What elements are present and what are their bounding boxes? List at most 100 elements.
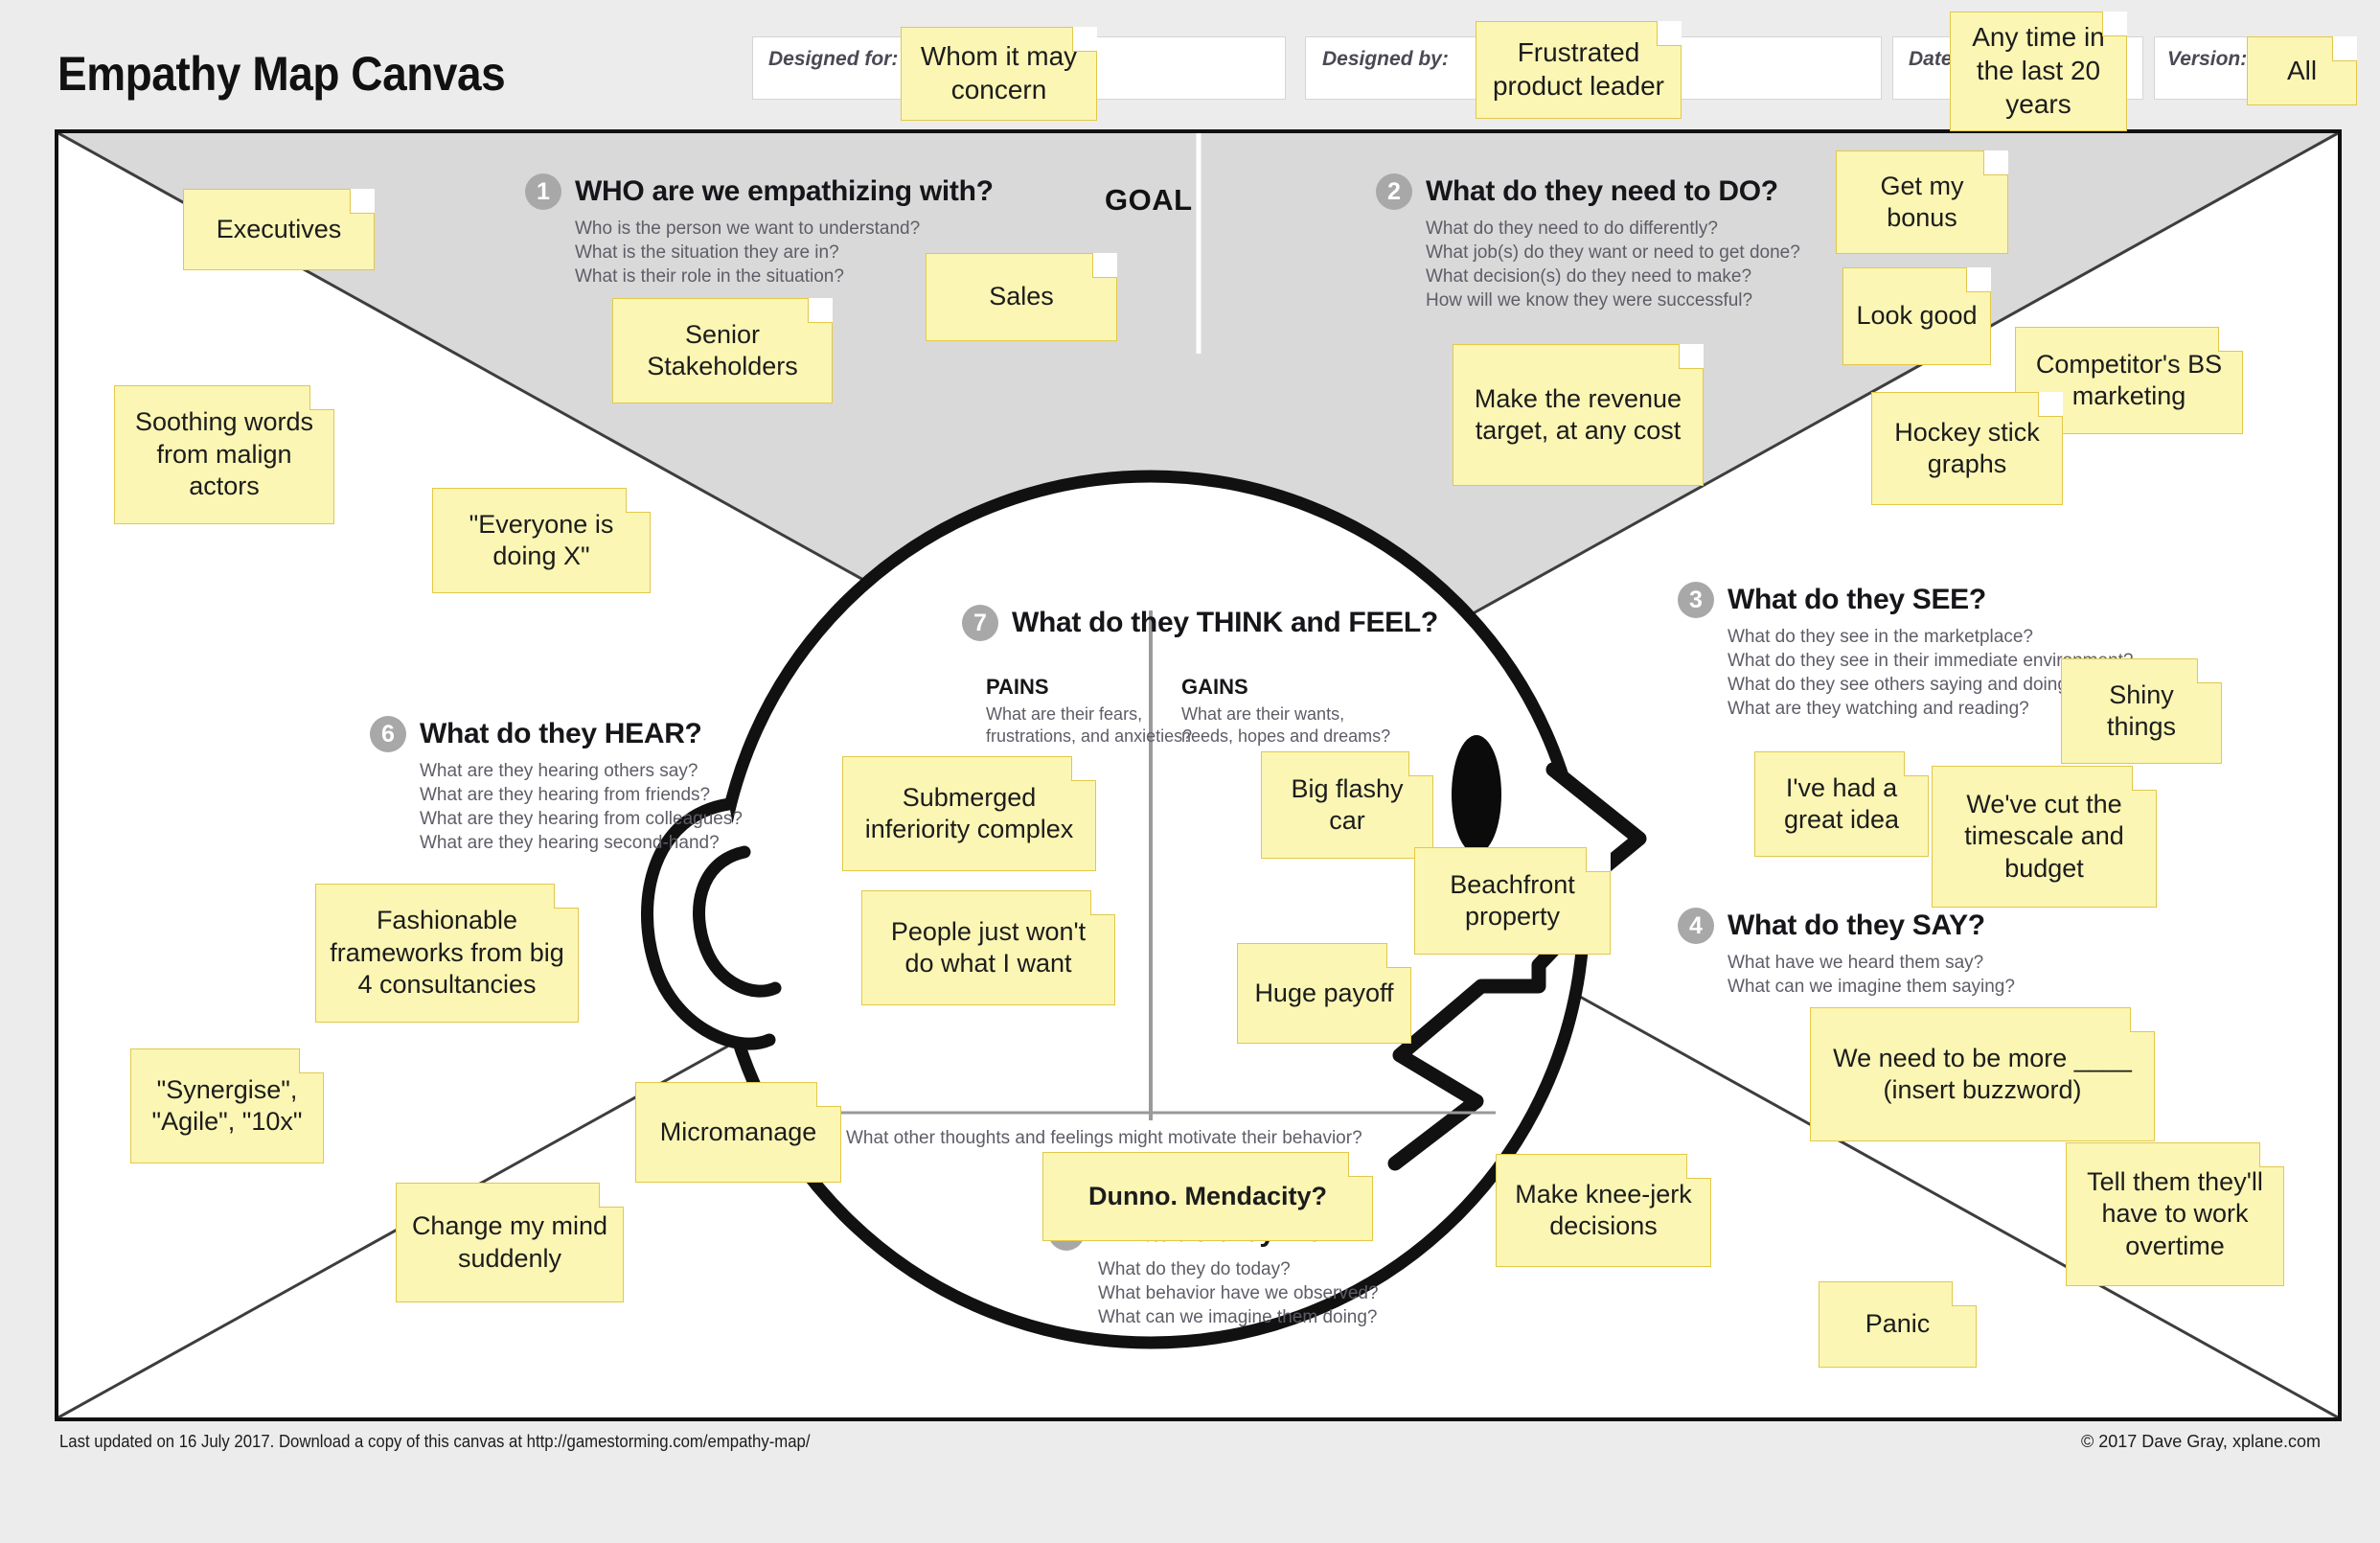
sticky-note-dunno-mendacity[interactable]: Dunno. Mendacity? — [1042, 1152, 1373, 1241]
section-hear: 6 What do they HEAR? What are they heari… — [370, 716, 743, 855]
section-questions: What do they need to do differently? Wha… — [1376, 217, 1800, 312]
pains-line: What are their fears, — [986, 704, 1143, 724]
question-line: What are they hearing from colleagues? — [420, 809, 743, 830]
sticky-note-designed-by[interactable]: Frustrated product leader — [1476, 21, 1682, 119]
note-fold-icon — [554, 884, 579, 909]
gains-subtext: What are their wants, needs, hopes and d… — [1181, 703, 1390, 748]
question-line: What are they hearing second-hand? — [420, 833, 720, 854]
section-number-badge: 3 — [1678, 582, 1714, 618]
section-think-and-feel: 7 What do they THINK and FEEL? — [962, 605, 1438, 641]
sticky-note-great-idea[interactable]: I've had a great idea — [1754, 751, 1929, 857]
version-label: Version: — [2167, 48, 2248, 70]
sticky-note-synergise[interactable]: "Synergise", "Agile", "10x" — [130, 1048, 324, 1163]
sticky-note-text: Shiny things — [2106, 679, 2177, 741]
question-line: What are they hearing from friends? — [420, 785, 711, 806]
section-title: What do they SAY? — [1728, 910, 1985, 941]
sticky-note-shiny-things[interactable]: Shiny things — [2061, 658, 2222, 764]
section-questions: What do they do today? What behavior hav… — [1048, 1257, 1379, 1329]
sticky-note-sales[interactable]: Sales — [926, 253, 1117, 341]
sticky-note-text: Dunno. Mendacity? — [1088, 1181, 1327, 1210]
sticky-note-version[interactable]: All — [2247, 36, 2357, 105]
question-line: What job(s) do they want or need to get … — [1426, 242, 1800, 264]
sticky-note-big-flashy-car[interactable]: Big flashy car — [1261, 751, 1433, 859]
sticky-note-text: Whom it may concern — [920, 41, 1078, 104]
sticky-note-look-good[interactable]: Look good — [1842, 267, 1991, 365]
note-fold-icon — [1071, 756, 1096, 781]
note-fold-icon — [1408, 751, 1433, 776]
sticky-note-designed-for[interactable]: Whom it may concern — [901, 27, 1097, 121]
pains-title: PAINS — [986, 675, 1049, 699]
question-line: What are they hearing others say? — [420, 761, 698, 781]
sticky-note-text: Hockey stick graphs — [1894, 417, 2040, 478]
sticky-note-text: Senior Stakeholders — [647, 319, 798, 380]
sticky-note-text: Make the revenue target, at any cost — [1474, 383, 1682, 445]
sticky-note-fashionable-frameworks[interactable]: Fashionable frameworks from big 4 consul… — [315, 884, 579, 1023]
section-number-badge: 4 — [1678, 908, 1714, 944]
sticky-note-beachfront-property[interactable]: Beachfront property — [1414, 847, 1611, 955]
sticky-note-text: Look good — [1856, 301, 1978, 331]
note-fold-icon — [1090, 890, 1115, 915]
sticky-note-panic[interactable]: Panic — [1819, 1281, 1977, 1368]
section-number-badge: 7 — [962, 605, 998, 641]
sticky-note-micromanage[interactable]: Micromanage — [635, 1082, 841, 1183]
note-fold-icon — [1952, 1281, 1977, 1306]
sticky-note-cut-timescale[interactable]: We've cut the timescale and budget — [1932, 766, 2157, 908]
section-questions: What have we heard them say? What can we… — [1678, 951, 2015, 999]
sticky-note-text: Frustrated product leader — [1492, 37, 1664, 101]
pains-line: frustrations, and anxieties? — [986, 726, 1193, 747]
goal-label: GOAL — [1105, 183, 1193, 217]
gains-line: needs, hopes and dreams? — [1181, 726, 1391, 747]
section-title: What do they SEE? — [1728, 584, 1986, 615]
sticky-note-people-wont-do[interactable]: People just won't do what I want — [861, 890, 1115, 1005]
sticky-note-huge-payoff[interactable]: Huge payoff — [1237, 943, 1411, 1044]
gains-line: What are their wants, — [1181, 704, 1345, 724]
sticky-note-date[interactable]: Any time in the last 20 years — [1950, 12, 2127, 131]
empathy-map-frame: GOAL 1 WHO are we empathizing with? Who … — [55, 129, 2342, 1421]
sticky-note-text: Panic — [1865, 1309, 1931, 1339]
section-title: What do they HEAR? — [420, 718, 702, 749]
section-say: 4 What do they SAY? What have we heard t… — [1678, 908, 2015, 999]
sticky-note-text: Make knee-jerk decisions — [1515, 1179, 1692, 1240]
sticky-note-text: Change my mind suddenly — [411, 1211, 608, 1273]
question-line: What can we imagine them saying? — [1728, 977, 2015, 998]
note-fold-icon — [1348, 1152, 1373, 1177]
note-fold-icon — [1904, 751, 1929, 776]
page-title: Empathy Map Canvas — [57, 47, 506, 101]
sticky-note-everyone-doing-x[interactable]: "Everyone is doing X" — [432, 488, 651, 593]
note-fold-icon — [2197, 658, 2222, 683]
gains-title: GAINS — [1181, 675, 1248, 699]
sticky-note-text: "Synergise", "Agile", "10x" — [151, 1074, 303, 1136]
note-fold-icon — [1386, 943, 1411, 968]
sticky-note-get-my-bonus[interactable]: Get my bonus — [1836, 150, 2008, 254]
section-who: 1 WHO are we empathizing with? Who is th… — [525, 173, 994, 288]
sticky-note-knee-jerk[interactable]: Make knee-jerk decisions — [1496, 1154, 1711, 1267]
section-questions: What are they hearing others say? What a… — [370, 759, 743, 855]
sticky-note-submerged-inferiority[interactable]: Submerged inferiority complex — [842, 756, 1096, 871]
designed-by-label: Designed by: — [1322, 48, 1449, 70]
sticky-note-make-revenue-target[interactable]: Make the revenue target, at any cost — [1453, 344, 1704, 486]
question-line: What do they see in the marketplace? — [1728, 627, 2033, 647]
sticky-note-executives[interactable]: Executives — [183, 189, 375, 270]
note-fold-icon — [1983, 150, 2008, 175]
sticky-note-soothing-words[interactable]: Soothing words from malign actors — [114, 385, 334, 524]
section-number-badge: 6 — [370, 716, 406, 752]
sticky-note-hockey-stick-graphs[interactable]: Hockey stick graphs — [1871, 392, 2063, 505]
footer-attribution: Last updated on 16 July 2017. Download a… — [59, 1432, 811, 1451]
sticky-note-change-my-mind[interactable]: Change my mind suddenly — [396, 1183, 624, 1302]
sticky-note-senior-stakeholders[interactable]: Senior Stakeholders — [612, 298, 833, 403]
section-title: What do they THINK and FEEL? — [1012, 607, 1438, 638]
think-feel-footer: What other thoughts and feelings might m… — [846, 1128, 1362, 1148]
question-line: What decision(s) do they need to make? — [1426, 266, 1752, 288]
sticky-note-text: Executives — [216, 214, 342, 243]
sticky-note-work-overtime[interactable]: Tell them they'll have to work overtime — [2066, 1142, 2284, 1286]
note-fold-icon — [1092, 253, 1117, 278]
sticky-note-text: Any time in the last 20 years — [1972, 22, 2105, 119]
note-fold-icon — [1966, 267, 1991, 292]
note-fold-icon — [350, 189, 375, 214]
sticky-note-text: Get my bonus — [1880, 171, 1964, 232]
question-line: What can we imagine them doing? — [1098, 1307, 1378, 1328]
question-line: How will we know they were successful? — [1426, 290, 1753, 311]
section-number-badge: 1 — [525, 173, 561, 210]
section-number-badge: 2 — [1376, 173, 1412, 210]
sticky-note-insert-buzzword[interactable]: We need to be more ____ (insert buzzword… — [1810, 1007, 2155, 1141]
